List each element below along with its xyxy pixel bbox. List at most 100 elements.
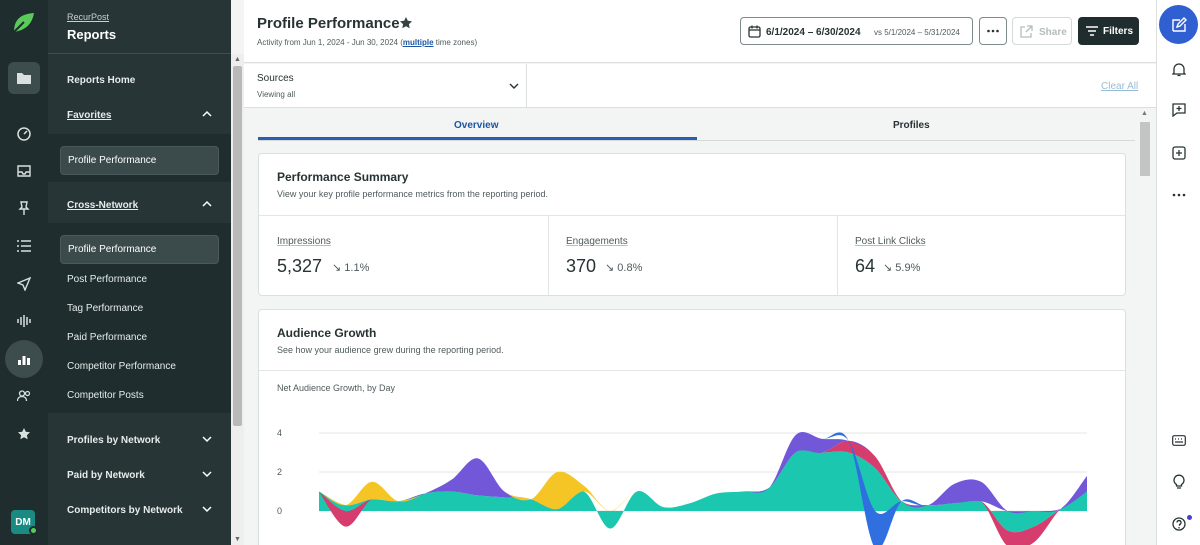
activity-range-text: Activity from Jun 1, 2024 - Jun 30, 2024… — [257, 38, 477, 47]
sources-chevron-down-icon[interactable] — [509, 81, 519, 91]
content-scrollbar[interactable]: ▲ — [1138, 108, 1152, 545]
section-title: Reports — [67, 27, 117, 42]
scroll-down-arrow-icon[interactable]: ▼ — [234, 536, 241, 543]
lightbulb-icon[interactable] — [1170, 472, 1188, 490]
nav-reports-home[interactable]: Reports Home — [67, 75, 135, 86]
online-status-dot — [29, 526, 38, 535]
notifications-bell-icon[interactable] — [1170, 60, 1188, 78]
nav-competitor-posts[interactable]: Competitor Posts — [67, 390, 144, 401]
right-rail — [1156, 0, 1200, 545]
calendar-icon — [748, 25, 761, 38]
metric-post-link-clicks: Post Link Clicks 64 ↘ 5.9% — [837, 215, 1126, 295]
divider — [837, 215, 838, 295]
metric-value: 5,327 — [277, 256, 323, 276]
divider — [526, 64, 527, 108]
send-icon[interactable] — [8, 268, 40, 300]
scrollbar-thumb[interactable] — [1140, 122, 1150, 176]
metric-delta-value: 0.8% — [617, 262, 643, 274]
clear-all-link[interactable]: Clear All — [1101, 81, 1138, 92]
metric-value: 370 — [566, 256, 597, 276]
tab-overview[interactable]: Overview — [454, 120, 498, 131]
scrollbar-thumb[interactable] — [233, 66, 242, 426]
chevron-up-icon[interactable] — [202, 109, 212, 119]
reports-nav-panel: RecurPost Reports Reports Home Favorites… — [48, 0, 231, 545]
star-review-icon[interactable] — [8, 418, 40, 450]
compose-button[interactable] — [1159, 5, 1198, 44]
active-tab-indicator — [258, 137, 697, 140]
nav-favorites-header[interactable]: Favorites — [67, 110, 111, 121]
y-tick-label: 4 — [277, 428, 282, 438]
divider — [548, 215, 549, 295]
chevron-down-icon[interactable] — [202, 504, 212, 514]
metric-delta: ↘ 5.9% — [883, 261, 920, 274]
nav-competitors-by-network[interactable]: Competitors by Network — [67, 505, 183, 516]
filters-button[interactable]: Filters — [1078, 17, 1139, 45]
inbox-icon[interactable] — [8, 155, 40, 187]
reports-bar-chart-icon[interactable] — [5, 340, 43, 378]
activity-prefix: Activity from Jun 1, 2024 - Jun 30, 2024… — [257, 38, 403, 47]
nav-paid-by-network[interactable]: Paid by Network — [67, 470, 145, 481]
tab-profiles[interactable]: Profiles — [893, 120, 930, 131]
scroll-up-arrow-icon[interactable]: ▲ — [234, 56, 241, 63]
messages-icon[interactable] — [1170, 101, 1188, 119]
help-icon[interactable] — [1170, 515, 1188, 533]
sources-label[interactable]: Sources — [257, 73, 294, 84]
chevron-up-icon[interactable] — [202, 199, 212, 209]
nav-item-label: Profile Performance — [68, 155, 157, 166]
nav-scrollbar[interactable]: ▲ ▼ — [231, 54, 244, 545]
y-tick-label: 2 — [277, 467, 282, 477]
more-options-button[interactable] — [979, 17, 1007, 45]
more-options-icon[interactable] — [1170, 186, 1188, 204]
date-range-button[interactable]: 6/1/2024 – 6/30/2024 vs 5/1/2024 – 5/31/… — [740, 17, 973, 45]
divider — [48, 53, 231, 54]
sources-value: Viewing all — [257, 90, 296, 99]
audience-growth-card: Audience Growth See how your audience gr… — [258, 309, 1126, 545]
org-name[interactable]: RecurPost — [67, 12, 109, 22]
nav-competitor-performance[interactable]: Competitor Performance — [67, 361, 176, 372]
metric-engagements: Engagements 370 ↘ 0.8% — [548, 215, 837, 295]
keyboard-icon[interactable] — [1170, 431, 1188, 449]
activity-suffix: time zones) — [433, 38, 478, 47]
chevron-down-icon[interactable] — [202, 434, 212, 444]
metric-label[interactable]: Post Link Clicks — [855, 236, 926, 247]
sources-filter-bar: Sources Viewing all Clear All — [244, 64, 1156, 108]
share-button[interactable]: Share — [1012, 17, 1072, 45]
tab-bar: Overview Profiles — [258, 108, 1135, 141]
nav-cross-network-header[interactable]: Cross-Network — [67, 200, 138, 211]
favorite-star-icon[interactable] — [399, 16, 413, 30]
people-icon[interactable] — [8, 380, 40, 412]
performance-summary-card: Performance Summary View your key profil… — [258, 153, 1126, 296]
pin-icon[interactable] — [8, 192, 40, 224]
folder-icon[interactable] — [8, 62, 40, 94]
metric-delta: ↘ 0.8% — [605, 261, 642, 274]
scroll-up-arrow-icon[interactable]: ▲ — [1141, 110, 1148, 117]
card-title: Audience Growth — [277, 326, 377, 340]
nav-profile-performance[interactable]: Profile Performance — [60, 235, 219, 264]
trend-down-arrow-icon: ↘ — [332, 262, 345, 274]
metric-value: 64 — [855, 256, 876, 276]
audio-wave-icon[interactable] — [8, 305, 40, 337]
metric-delta: ↘ 1.1% — [332, 261, 369, 274]
date-range-value: 6/1/2024 – 6/30/2024 — [766, 27, 861, 38]
y-tick-label: 0 — [277, 506, 282, 516]
icon-rail: DM — [0, 0, 48, 545]
metric-label[interactable]: Impressions — [277, 236, 331, 247]
time-zones-link[interactable]: multiple — [403, 38, 434, 47]
compose-pencil-icon — [1171, 16, 1187, 32]
add-square-icon[interactable] — [1170, 144, 1188, 162]
nav-favorite-profile-performance[interactable]: Profile Performance — [60, 146, 219, 175]
nav-profiles-by-network[interactable]: Profiles by Network — [67, 435, 160, 446]
metric-delta-value: 5.9% — [895, 262, 921, 274]
app-logo-icon[interactable] — [10, 10, 36, 41]
filter-lines-icon — [1086, 26, 1098, 36]
nav-post-performance[interactable]: Post Performance — [67, 274, 147, 285]
metric-label[interactable]: Engagements — [566, 236, 628, 247]
trend-down-arrow-icon: ↘ — [605, 262, 618, 274]
page-header: Profile Performance Activity from Jun 1,… — [244, 0, 1156, 63]
list-icon[interactable] — [8, 230, 40, 262]
dashboard-gauge-icon[interactable] — [8, 118, 40, 150]
trend-down-arrow-icon: ↘ — [883, 262, 896, 274]
nav-tag-performance[interactable]: Tag Performance — [67, 303, 143, 314]
nav-paid-performance[interactable]: Paid Performance — [67, 332, 147, 343]
chevron-down-icon[interactable] — [202, 469, 212, 479]
